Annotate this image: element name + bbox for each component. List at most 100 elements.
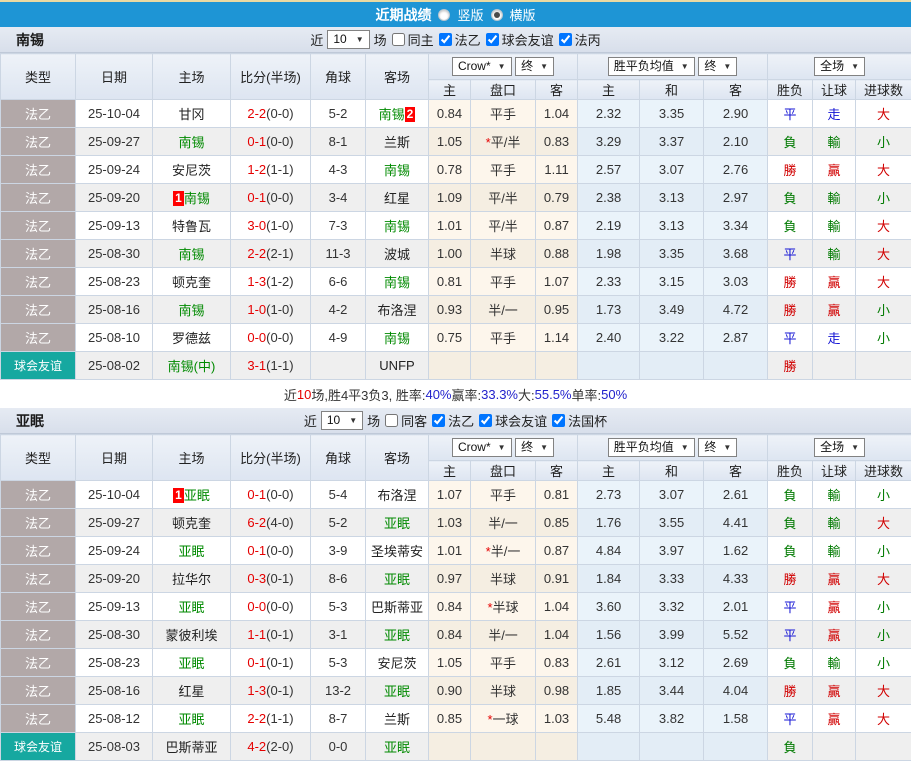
- match-type-cell: 法乙: [1, 156, 76, 184]
- recent-count-select[interactable]: 10 ▼: [321, 411, 363, 430]
- corner-cell: 6-6: [311, 268, 366, 296]
- score-cell: 2-2(1-1): [231, 705, 311, 733]
- team-label: 红星: [384, 191, 410, 206]
- radio-vertical-layout[interactable]: [438, 9, 450, 21]
- dropdown-arrow-icon: ▼: [723, 59, 731, 74]
- result-goals-cell: 大: [856, 268, 911, 296]
- eu-home-odds-cell: 1.76: [578, 509, 640, 537]
- same-venue-checkbox[interactable]: [392, 33, 405, 46]
- col-header-result-handicap: 让球: [813, 80, 856, 100]
- match-type-cell: 法乙: [1, 621, 76, 649]
- home-team-cell: 巴斯蒂亚: [153, 733, 231, 761]
- summary-segment: 大:: [518, 385, 535, 404]
- match-type-cell: 法乙: [1, 184, 76, 212]
- match-date-cell: 25-08-10: [76, 324, 153, 352]
- eu-draw-odds-cell: [640, 352, 704, 380]
- team-label: 罗德兹: [172, 331, 211, 346]
- result-goals-cell: 小: [856, 649, 911, 677]
- result-goals-cell: 小: [856, 537, 911, 565]
- ah-home-odds-cell: 0.75: [429, 324, 471, 352]
- col-header-date: 日期: [76, 54, 153, 100]
- period-select[interactable]: 全场▼: [814, 57, 865, 76]
- group-header-result: 全场▼: [768, 435, 911, 461]
- match-type-cell: 球会友谊: [1, 352, 76, 380]
- corner-cell: 0-0: [311, 733, 366, 761]
- match-type-cell: 法乙: [1, 705, 76, 733]
- europe-time-select[interactable]: 终▼: [698, 438, 737, 457]
- away-team-cell: 布洛涅: [366, 296, 429, 324]
- match-date-cell: 25-08-23: [76, 268, 153, 296]
- eu-away-odds-cell: 2.69: [704, 649, 768, 677]
- result-goals-cell: 大: [856, 100, 911, 128]
- result-handicap-cell: 走: [813, 100, 856, 128]
- team-label: 亚眠: [184, 488, 210, 503]
- league-filter-checkbox[interactable]: [432, 414, 445, 427]
- summary-segment: 赢率:: [452, 385, 482, 404]
- odds-time-select[interactable]: 终▼: [515, 438, 554, 457]
- bookmaker-select[interactable]: Crow*▼: [452, 438, 512, 457]
- result-handicap-cell: 輸: [813, 649, 856, 677]
- eu-away-odds-cell: 4.72: [704, 296, 768, 324]
- result-goals-cell: [856, 352, 911, 380]
- league-filter-checkbox[interactable]: [486, 33, 499, 46]
- league-filter-checkbox[interactable]: [552, 414, 565, 427]
- eu-draw-odds-cell: 3.35: [640, 240, 704, 268]
- section-header: 亚眠 近 10 ▼ 场 同客 法乙球会友谊法国杯: [0, 408, 911, 434]
- team-label: 顿克奎: [172, 275, 211, 290]
- period-select[interactable]: 全场▼: [814, 438, 865, 457]
- team-label: 圣埃蒂安: [371, 544, 423, 559]
- result-handicap-cell: 贏: [813, 156, 856, 184]
- ah-home-odds-cell: 0.84: [429, 593, 471, 621]
- score-cell: 2-2(2-1): [231, 240, 311, 268]
- corner-cell: 8-7: [311, 705, 366, 733]
- home-team-cell: 蒙彼利埃: [153, 621, 231, 649]
- home-team-cell: 南锡(中): [153, 352, 231, 380]
- handicap-cell: [471, 352, 536, 380]
- result-goals-cell: 小: [856, 324, 911, 352]
- result-wdl-cell: 勝: [768, 156, 813, 184]
- table-group-header-row: 类型 日期 主场 比分(半场) 角球 客场 Crow*▼ 终▼ 胜平负均值▼ 终…: [1, 54, 911, 80]
- europe-time-select[interactable]: 终▼: [698, 57, 737, 76]
- eu-draw-odds-cell: 3.13: [640, 184, 704, 212]
- odds-time-select[interactable]: 终▼: [515, 57, 554, 76]
- team-label: 亚眠: [178, 544, 204, 559]
- section-header: 南锡 近 10 ▼ 场 同主 法乙球会友谊法丙: [0, 27, 911, 53]
- radio-horizontal-layout[interactable]: [491, 9, 503, 21]
- match-type-cell: 法乙: [1, 537, 76, 565]
- match-type-cell: 法乙: [1, 509, 76, 537]
- match-date-cell: 25-09-24: [76, 537, 153, 565]
- group-header-europe-odds: 胜平负均值▼ 终▼: [578, 54, 768, 80]
- result-handicap-cell: 輸: [813, 212, 856, 240]
- europe-odds-select[interactable]: 胜平负均值▼: [608, 57, 695, 76]
- league-filter-checkbox[interactable]: [559, 33, 572, 46]
- league-filter-checkboxes: 法乙球会友谊法国杯: [431, 411, 607, 430]
- eu-draw-odds-cell: 3.37: [640, 128, 704, 156]
- same-venue-filter: 同主: [391, 30, 434, 49]
- away-team-cell: 亚眠: [366, 621, 429, 649]
- result-wdl-cell: 勝: [768, 268, 813, 296]
- bookmaker-select[interactable]: Crow*▼: [452, 57, 512, 76]
- same-venue-label: 同主: [408, 30, 434, 49]
- results-table: 类型 日期 主场 比分(半场) 角球 客场 Crow*▼ 终▼ 胜平负均值▼ 终…: [0, 434, 911, 761]
- same-venue-checkbox[interactable]: [385, 414, 398, 427]
- result-goals-cell: 大: [856, 156, 911, 184]
- col-header-eu-home: 主: [578, 461, 640, 481]
- europe-odds-select[interactable]: 胜平负均值▼: [608, 438, 695, 457]
- ah-away-odds-cell: 0.95: [536, 296, 578, 324]
- away-team-cell: 安尼茨: [366, 649, 429, 677]
- recent-count-select[interactable]: 10 ▼: [327, 30, 369, 49]
- league-filter-checkbox[interactable]: [479, 414, 492, 427]
- match-type-cell: 法乙: [1, 128, 76, 156]
- col-header-eu-away: 客: [704, 461, 768, 481]
- eu-draw-odds-cell: 3.44: [640, 677, 704, 705]
- eu-away-odds-cell: 5.52: [704, 621, 768, 649]
- league-filter-checkbox[interactable]: [439, 33, 452, 46]
- score-cell: 0-1(0-0): [231, 184, 311, 212]
- corner-cell: 5-2: [311, 100, 366, 128]
- team-label: 特鲁瓦: [172, 219, 211, 234]
- away-team-cell: 亚眠: [366, 565, 429, 593]
- eu-home-odds-cell: [578, 352, 640, 380]
- away-team-cell: 波城: [366, 240, 429, 268]
- team-label: 巴斯蒂亚: [371, 600, 423, 615]
- handicap-cell: 平手: [471, 156, 536, 184]
